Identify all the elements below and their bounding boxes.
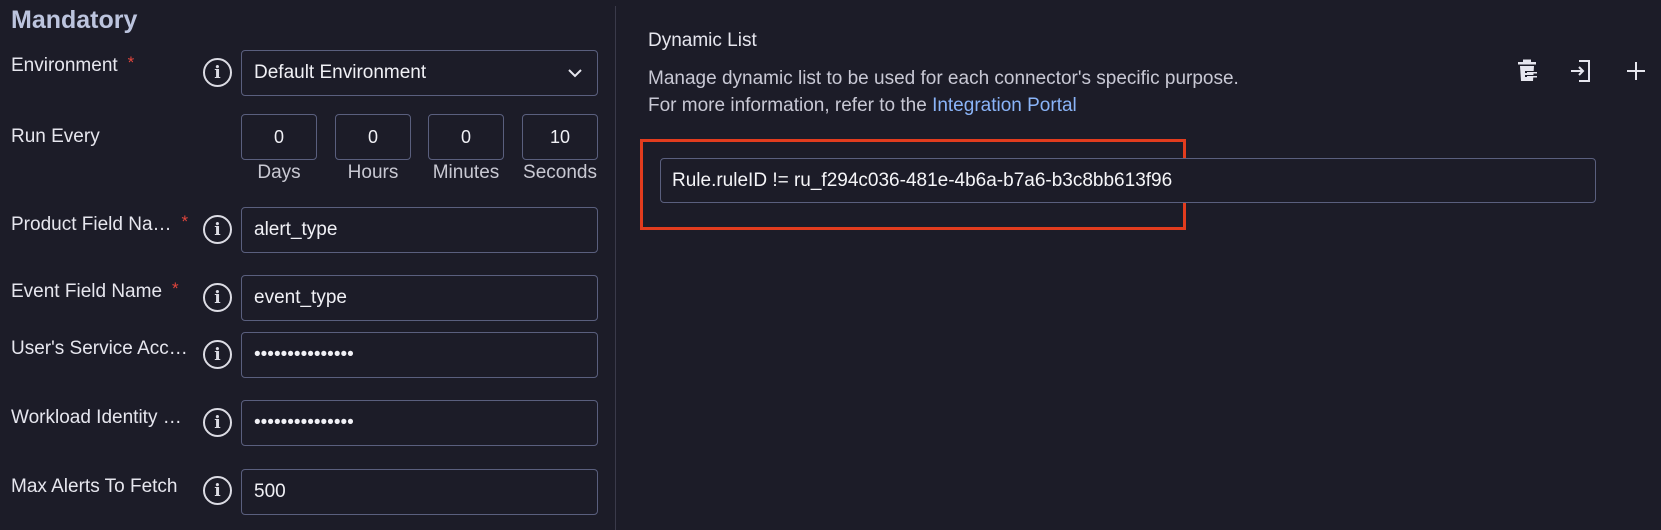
run-every-seconds-input[interactable]: 10 [522,114,598,160]
event-field-name-info-icon[interactable]: i [203,283,232,312]
run-every-minutes-input[interactable]: 0 [428,114,504,160]
run-every-days-input[interactable]: 0 [241,114,317,160]
environment-select-value: Default Environment [254,62,427,83]
event-field-name-input[interactable]: event_type [241,275,598,321]
workload-identity-label: Workload Identity … [11,407,182,428]
service-account-info-icon[interactable]: i [203,340,232,369]
required-marker: * [172,279,179,298]
required-marker: * [181,212,189,231]
workload-identity-info-icon[interactable]: i [203,408,232,437]
integration-portal-link[interactable]: Integration Portal [932,95,1077,116]
description-line: Manage dynamic list to be used for each … [648,68,1239,89]
run-every-label: Run Every [11,126,100,147]
run-every-seconds-caption: Seconds [523,162,597,183]
required-marker: * [127,53,135,72]
run-every-hours-caption: Hours [347,162,399,183]
dynamic-list-description: Manage dynamic list to be used for each … [648,65,1239,119]
max-alerts-input[interactable]: 500 [241,469,598,515]
product-field-name-input[interactable]: alert_type [241,207,598,253]
environment-info-icon[interactable]: i [203,58,232,87]
max-alerts-label: Max Alerts To Fetch [11,476,178,497]
service-account-input[interactable]: ••••••••••••••• [241,332,598,378]
max-alerts-info-icon[interactable]: i [203,476,232,505]
import-icon[interactable] [1564,54,1598,88]
dynamic-list-title: Dynamic List [648,30,757,51]
run-every-minutes-caption: Minutes [432,162,500,183]
product-field-name-info-icon[interactable]: i [203,215,232,244]
section-title: Mandatory [11,6,138,34]
delete-list-icon[interactable] [1510,54,1544,88]
dynamic-list-item-input[interactable]: Rule.ruleID != ru_f294c036-481e-4b6a-b7a… [660,158,1596,203]
environment-select[interactable]: Default Environment [241,50,598,96]
panel-divider [615,6,616,530]
description-line: For more information, refer to the Integ… [648,95,1077,116]
add-icon[interactable] [1619,54,1653,88]
chevron-down-icon [568,69,582,78]
environment-label: Environment * [11,53,135,76]
run-every-days-caption: Days [257,162,301,183]
event-field-name-label: Event Field Name * [11,279,179,302]
run-every-hours-input[interactable]: 0 [335,114,411,160]
workload-identity-input[interactable]: ••••••••••••••• [241,400,598,446]
product-field-name-label: Product Field Na… * [11,212,189,235]
service-account-label: User's Service Acc… [11,338,188,359]
mandatory-panel: Mandatory Environment * i Default Environ… [0,0,615,530]
